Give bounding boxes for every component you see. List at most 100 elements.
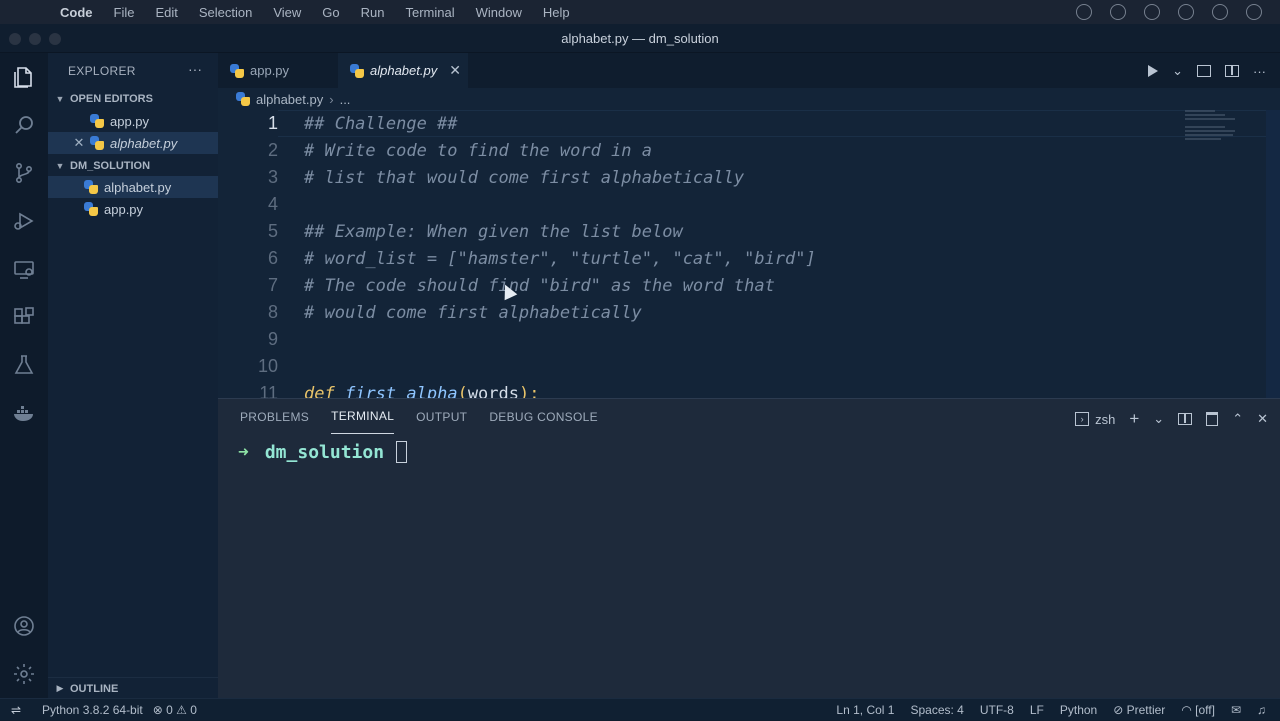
open-editor-label: app.py: [110, 113, 150, 129]
run-python-file-icon[interactable]: [1148, 65, 1159, 77]
code-line[interactable]: 5 ## Example: When given the list below: [218, 218, 1280, 245]
menu-go[interactable]: Go: [322, 5, 339, 20]
status-icon[interactable]: [1110, 4, 1126, 20]
code-line[interactable]: 8 # would come first alphabetically: [218, 299, 1280, 326]
outline-header[interactable]: ▶ OUTLINE: [48, 677, 218, 699]
menu-app-name[interactable]: Code: [60, 5, 93, 20]
menu-run[interactable]: Run: [361, 5, 385, 20]
terminal-selector[interactable]: › zsh: [1075, 412, 1115, 427]
menu-file[interactable]: File: [114, 5, 135, 20]
cursor-position[interactable]: Ln 1, Col 1: [836, 703, 894, 717]
code-line[interactable]: 2 # Write code to find the word in a: [218, 137, 1280, 164]
trash-icon[interactable]: [1206, 412, 1219, 426]
indentation[interactable]: Spaces: 4: [910, 703, 963, 717]
code-line[interactable]: 6 # word_list = ["hamster", "turtle", "c…: [218, 245, 1280, 272]
code-text: def first_alpha(words):: [304, 384, 539, 399]
minimap[interactable]: [1185, 110, 1240, 145]
accounts-icon[interactable]: [12, 614, 36, 638]
terminal-prompt[interactable]: ➜ dm_solution: [238, 441, 408, 463]
run-debug-icon[interactable]: [12, 209, 36, 233]
feedback-icon[interactable]: ✉: [1231, 703, 1241, 717]
code-text: # would come first alphabetically: [304, 302, 642, 323]
code-line[interactable]: 3 # list that would come first alphabeti…: [218, 164, 1280, 191]
tab-app-py[interactable]: app.py: [218, 53, 338, 88]
status-icon[interactable]: [1144, 4, 1160, 20]
terminal-shell-name: zsh: [1095, 411, 1116, 427]
line-number: 8: [267, 302, 278, 322]
more-actions-icon[interactable]: ···: [1253, 64, 1266, 79]
explorer-icon[interactable]: [12, 65, 36, 89]
chevron-down-icon: ▼: [55, 94, 65, 104]
code-line[interactable]: 1 ## Challenge ##: [218, 110, 1280, 137]
tree-file-item-selected[interactable]: alphabet.py: [48, 176, 218, 198]
open-editor-item[interactable]: app.py: [48, 110, 218, 132]
end-of-line[interactable]: LF: [1030, 703, 1044, 717]
line-number: 11: [259, 383, 278, 398]
chevron-down-icon[interactable]: ⌄: [1153, 411, 1164, 427]
python-interpreter[interactable]: Python 3.8.2 64-bit: [42, 703, 143, 717]
notifications-bell-icon[interactable]: ♫: [1257, 703, 1266, 717]
prettier-status[interactable]: ⊘ Prettier: [1113, 703, 1165, 717]
menu-help[interactable]: Help: [543, 5, 570, 20]
menu-terminal[interactable]: Terminal: [406, 5, 455, 20]
open-editor-item-active[interactable]: ✕ alphabet.py: [48, 132, 218, 154]
chevron-right-icon: ▶: [56, 683, 64, 693]
new-terminal-icon[interactable]: +: [1129, 409, 1139, 429]
open-preview-icon[interactable]: [1197, 65, 1211, 77]
menu-window[interactable]: Window: [476, 5, 522, 20]
function-args: words: [467, 383, 519, 399]
split-terminal-icon[interactable]: [1178, 413, 1193, 425]
extensions-icon[interactable]: [12, 305, 36, 329]
python-file-icon: [350, 63, 364, 78]
folder-header[interactable]: ▼ DM_SOLUTION: [48, 155, 218, 177]
editor-actions: ⌄ ···: [1148, 63, 1266, 79]
bottom-panel: PROBLEMS TERMINAL OUTPUT DEBUG CONSOLE ›…: [218, 398, 1280, 698]
testing-icon[interactable]: [12, 353, 36, 377]
terminal-cursor: [396, 441, 408, 463]
language-mode[interactable]: Python: [1060, 703, 1097, 717]
warning-count: 0: [190, 702, 197, 717]
line-number: 2: [267, 140, 278, 160]
code-line[interactable]: 7 # The code should find "bird" as the w…: [218, 272, 1280, 299]
editor-scrollbar[interactable]: [1266, 110, 1280, 398]
breadcrumb-rest[interactable]: ...: [340, 92, 351, 107]
source-control-icon[interactable]: [12, 161, 36, 185]
status-icon[interactable]: [1076, 4, 1092, 20]
code-line[interactable]: 9: [218, 326, 1280, 353]
settings-gear-icon[interactable]: [12, 662, 36, 686]
more-actions-icon[interactable]: ···: [188, 61, 202, 77]
menu-selection[interactable]: Selection: [199, 5, 252, 20]
remote-indicator-icon[interactable]: ⇌: [0, 699, 32, 721]
tree-file-item[interactable]: app.py: [48, 198, 218, 220]
status-icon[interactable]: [1212, 4, 1228, 20]
close-icon[interactable]: ✕: [72, 135, 86, 151]
tab-debug-console[interactable]: DEBUG CONSOLE: [489, 399, 598, 434]
problems-indicator[interactable]: ⊗ 0 ⚠ 0: [153, 703, 197, 717]
close-tab-icon[interactable]: ✕: [449, 62, 461, 79]
tab-problems[interactable]: PROBLEMS: [240, 399, 309, 434]
status-icon[interactable]: [1246, 4, 1262, 20]
chevron-down-icon[interactable]: ⌄: [1172, 63, 1183, 79]
split-editor-icon[interactable]: [1225, 65, 1239, 77]
tab-alphabet-py[interactable]: alphabet.py ✕: [338, 53, 468, 88]
menu-view[interactable]: View: [273, 5, 301, 20]
open-editors-header[interactable]: ▼ OPEN EDITORS: [48, 88, 218, 110]
error-count: 0: [166, 702, 173, 717]
code-line[interactable]: 11 def first_alpha(words):: [218, 380, 1280, 398]
warning-icon: ⚠: [176, 702, 187, 717]
maximize-panel-icon[interactable]: ⌃: [1232, 411, 1243, 427]
tab-output[interactable]: OUTPUT: [416, 399, 467, 434]
code-line[interactable]: 4: [218, 191, 1280, 218]
remote-explorer-icon[interactable]: [12, 257, 36, 281]
code-editor[interactable]: 1 ## Challenge ## 2 # Write code to find…: [218, 110, 1280, 398]
encoding[interactable]: UTF-8: [980, 703, 1014, 717]
search-icon[interactable]: [12, 113, 36, 137]
status-icon[interactable]: [1178, 4, 1194, 20]
docker-icon[interactable]: [12, 401, 36, 425]
close-panel-icon[interactable]: ✕: [1257, 411, 1268, 427]
menu-edit[interactable]: Edit: [155, 5, 177, 20]
live-share-status[interactable]: ◠ [off]: [1181, 703, 1215, 717]
breadcrumb-file[interactable]: alphabet.py: [256, 92, 323, 107]
tab-terminal[interactable]: TERMINAL: [331, 399, 395, 434]
code-line[interactable]: 10: [218, 353, 1280, 380]
